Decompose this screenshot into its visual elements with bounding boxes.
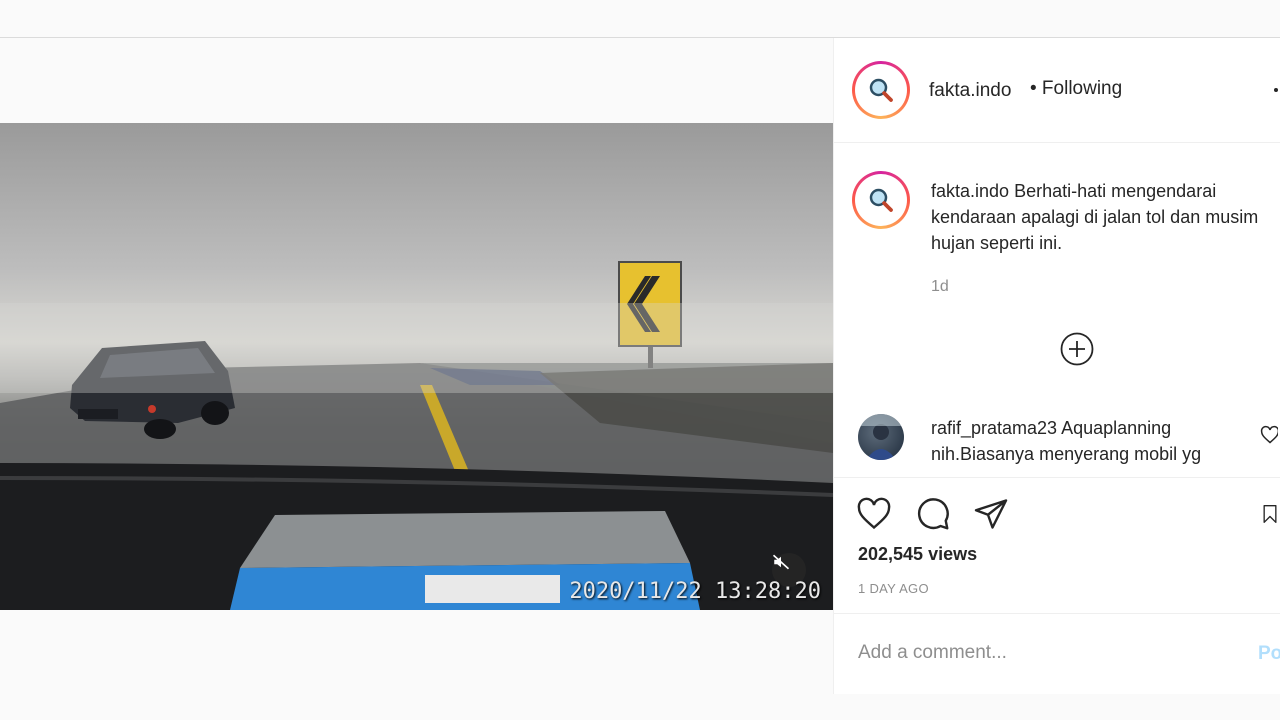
video-frame <box>0 261 833 610</box>
send-icon <box>974 499 1008 529</box>
comment-body: rafif_pratama23 Aquaplanning nih.Biasany… <box>931 415 1251 467</box>
post-date[interactable]: 1 DAY AGO <box>858 581 929 596</box>
caption-time[interactable]: 1d <box>931 278 949 296</box>
video-timestamp: 2020/11/22 13:28:20 <box>569 579 821 604</box>
profile-avatar[interactable] <box>852 61 910 119</box>
heart-icon <box>1260 425 1278 444</box>
caption-avatar-background <box>855 174 907 226</box>
add-comment-bar: Post <box>834 613 1280 694</box>
magnifier-icon <box>869 188 893 212</box>
post-side-panel: fakta.indo • Following fakta.indo Berhat… <box>834 38 1280 694</box>
post-caption: fakta.indo Berhati-hati mengendarai kend… <box>931 178 1271 256</box>
post-comment-button[interactable]: Post <box>1258 643 1280 665</box>
view-count[interactable]: 202,545 views <box>858 544 977 565</box>
comment-input[interactable] <box>858 642 1218 664</box>
plus-circle-icon <box>1060 332 1094 366</box>
like-button[interactable] <box>856 496 892 532</box>
share-button[interactable] <box>973 496 1009 532</box>
post-video[interactable]: 2020/11/22 13:28:20 <box>0 123 833 610</box>
bookmark-icon <box>1263 505 1277 523</box>
heart-icon <box>857 497 891 530</box>
caption-avatar[interactable] <box>852 171 910 229</box>
comment-item: rafif_pratama23 Aquaplanning nih.Biasany… <box>858 411 1278 477</box>
magnifier-icon <box>869 78 893 102</box>
top-navigation-bar <box>0 0 1280 38</box>
follow-status[interactable]: • Following <box>1030 78 1122 100</box>
avatar-background <box>855 64 907 116</box>
post-dialog: 2020/11/22 13:28:20 fakta.indo • Followi… <box>0 38 1280 694</box>
post-header: fakta.indo • Following <box>834 38 1280 143</box>
comment-like-button[interactable] <box>1260 425 1278 450</box>
caption-username[interactable]: fakta.indo <box>931 181 1009 201</box>
comment-button[interactable] <box>915 496 951 532</box>
comment-avatar[interactable] <box>858 414 904 460</box>
save-button[interactable] <box>1260 496 1280 532</box>
comment-icon <box>917 498 949 530</box>
comment-username[interactable]: rafif_pratama23 <box>931 418 1057 438</box>
avatar-photo <box>858 414 904 460</box>
post-media-area: 2020/11/22 13:28:20 <box>0 38 834 694</box>
header-username[interactable]: fakta.indo <box>929 80 1011 102</box>
muted-speaker-icon <box>772 554 790 570</box>
more-icon[interactable] <box>1274 88 1278 92</box>
load-more-comments-button[interactable] <box>1060 332 1094 366</box>
